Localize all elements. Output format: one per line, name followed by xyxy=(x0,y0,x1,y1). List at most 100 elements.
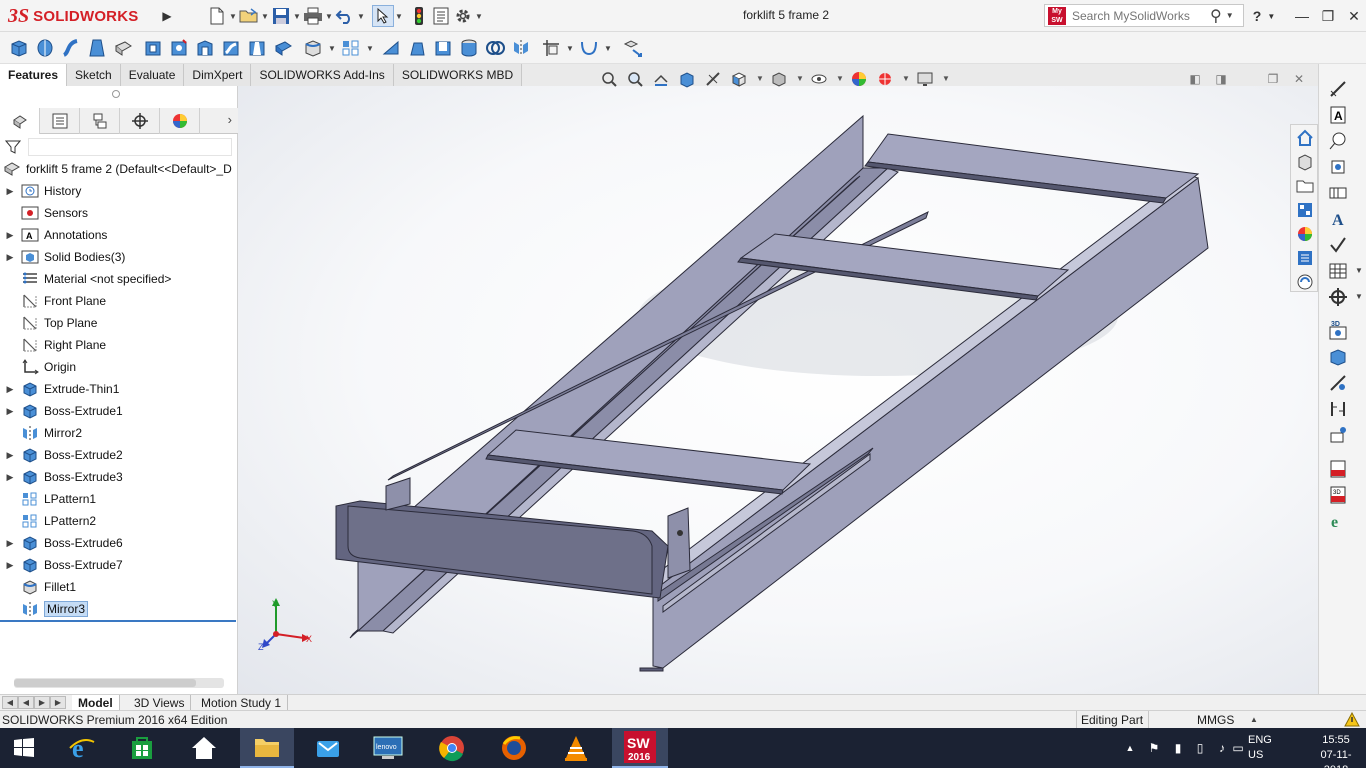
dimxpertmanager-tab-icon[interactable] xyxy=(120,108,160,134)
balloon-icon[interactable] xyxy=(1325,130,1351,152)
select-arrow-icon[interactable] xyxy=(372,5,394,27)
3d-views-icon[interactable]: 3D xyxy=(1325,320,1351,342)
cross-plate-rear[interactable] xyxy=(864,133,1200,204)
print-icon[interactable] xyxy=(302,5,324,27)
viewport-next-icon[interactable]: ◨ xyxy=(1212,70,1230,88)
home-icon[interactable] xyxy=(180,728,228,768)
expand-arrow-icon[interactable]: ▶ xyxy=(0,538,20,549)
tab-model[interactable]: Model xyxy=(72,695,120,711)
panel-grip-icon[interactable] xyxy=(112,90,120,98)
sheet-format-icon[interactable] xyxy=(1325,182,1351,204)
pattern-dropdown-icon[interactable]: ▼ xyxy=(366,44,374,53)
chrome-icon[interactable] xyxy=(428,728,476,768)
unit-system-dropdown-icon[interactable]: ▲ xyxy=(1250,715,1258,724)
show-hidden-icons-icon[interactable]: ▲ xyxy=(1122,740,1138,756)
filter-icon[interactable] xyxy=(4,138,22,156)
edit-appearance-icon[interactable] xyxy=(848,68,870,90)
expand-arrow-icon[interactable]: ▶ xyxy=(0,384,20,395)
annotation-text-icon[interactable]: A xyxy=(1325,208,1351,230)
file-properties-icon[interactable] xyxy=(430,5,452,27)
tree-item-history[interactable]: ▶ History xyxy=(0,180,238,202)
tolerance-icon[interactable] xyxy=(1325,372,1351,394)
tree-item-mirror3[interactable]: Mirror3 xyxy=(0,598,238,620)
prev-tab-arrow-icon[interactable]: ◀ xyxy=(18,696,34,709)
tree-item-material-not-specified[interactable]: Material <not specified> xyxy=(0,268,238,290)
propertymanager-tab-icon[interactable] xyxy=(40,108,80,134)
wrap-icon[interactable] xyxy=(458,37,480,59)
smart-dimension-icon[interactable] xyxy=(1325,78,1351,100)
tree-item-boss-extrude2[interactable]: ▶ Boss-Extrude2 xyxy=(0,444,238,466)
first-tab-arrow-icon[interactable]: ◀ xyxy=(2,696,18,709)
boundary-cut-icon[interactable] xyxy=(272,37,294,59)
tab-sketch[interactable]: Sketch xyxy=(67,64,121,86)
tree-item-boss-extrude6[interactable]: ▶ Boss-Extrude6 xyxy=(0,532,238,554)
edrawings-icon[interactable]: e xyxy=(1325,510,1351,532)
save-icon[interactable] xyxy=(270,5,292,27)
close-button[interactable]: ✕ xyxy=(1340,4,1366,28)
scrollbar-thumb[interactable] xyxy=(14,679,196,687)
draft-icon[interactable] xyxy=(406,37,428,59)
configurationmanager-tab-icon[interactable] xyxy=(80,108,120,134)
shell-icon[interactable] xyxy=(432,37,454,59)
tab-motion-study[interactable]: Motion Study 1 xyxy=(195,695,289,711)
datum-target-icon[interactable] xyxy=(1325,286,1351,308)
rib-icon[interactable] xyxy=(380,37,402,59)
tree-item-annotations[interactable]: ▶ A Annotations xyxy=(0,224,238,246)
undo-dropdown-icon[interactable]: ▼ xyxy=(356,12,366,21)
tree-item-fillet1[interactable]: Fillet1 xyxy=(0,576,238,598)
network-icon[interactable]: ▯ xyxy=(1192,740,1208,756)
search-icon[interactable]: ⚲ xyxy=(1210,6,1222,26)
tab-features[interactable]: Features xyxy=(0,64,68,86)
expand-arrow-icon[interactable]: ▶ xyxy=(0,560,20,571)
scene-dropdown-icon[interactable]: ▼ xyxy=(902,74,910,83)
tree-item-front-plane[interactable]: Front Plane xyxy=(0,290,238,312)
solidworks-logo[interactable]: 3S SOLIDWORKS xyxy=(8,4,138,28)
tab-mbd[interactable]: SOLIDWORKS MBD xyxy=(393,64,523,86)
viewport-maximize-icon[interactable]: ❐ xyxy=(1264,70,1282,88)
curves-dropdown-icon[interactable]: ▼ xyxy=(604,44,612,53)
new-document-icon[interactable] xyxy=(206,5,228,27)
view-orientation-icon[interactable] xyxy=(728,68,750,90)
tree-item-boss-extrude1[interactable]: ▶ Boss-Extrude1 xyxy=(0,400,238,422)
zoom-to-fit-icon[interactable] xyxy=(598,68,620,90)
model-items-icon[interactable] xyxy=(1325,346,1351,368)
tree-item-top-plane[interactable]: Top Plane xyxy=(0,312,238,334)
next-tab-arrow-icon[interactable]: ▶ xyxy=(34,696,50,709)
tree-item-solid-bodies-3[interactable]: ▶ Solid Bodies(3) xyxy=(0,246,238,268)
notification-icon[interactable]: ▭ xyxy=(1230,740,1246,756)
reference-dropdown-icon[interactable]: ▼ xyxy=(566,44,574,53)
view-settings-dropdown-icon[interactable]: ▼ xyxy=(942,74,950,83)
battery-icon[interactable]: ▮ xyxy=(1170,740,1186,756)
internet-explorer-icon[interactable]: e xyxy=(58,728,106,768)
unit-system[interactable]: MMGS xyxy=(1148,711,1234,729)
displaymanager-tab-icon[interactable] xyxy=(160,108,200,134)
featuremanager-tab-icon[interactable] xyxy=(0,108,40,134)
reference-geometry-icon[interactable] xyxy=(540,37,562,59)
search-box[interactable]: My SW ⚲ ▼ xyxy=(1044,4,1244,27)
expand-arrow-icon[interactable]: ▶ xyxy=(0,472,20,483)
options-dropdown-icon[interactable]: ▼ xyxy=(474,12,484,21)
extruded-boss-icon[interactable] xyxy=(8,37,30,59)
undo-icon[interactable] xyxy=(334,5,356,27)
capture-icon[interactable] xyxy=(1325,424,1351,446)
search-input[interactable] xyxy=(1072,8,1202,23)
tree-item-origin[interactable]: Origin xyxy=(0,356,238,378)
swept-boss-icon[interactable] xyxy=(60,37,82,59)
system-clock[interactable]: 15:55 07-11-2018 xyxy=(1310,733,1362,768)
file-explorer-taskbar-icon[interactable] xyxy=(240,728,294,768)
rollback-bar[interactable] xyxy=(0,620,236,622)
tree-item-lpattern2[interactable]: LPattern2 xyxy=(0,510,238,532)
dynamic-annotation-icon[interactable] xyxy=(702,68,724,90)
windows-start-icon[interactable] xyxy=(0,728,48,768)
tree-horizontal-scrollbar[interactable] xyxy=(14,678,224,688)
mirror-icon[interactable] xyxy=(510,37,532,59)
view-palette-icon[interactable] xyxy=(1294,199,1316,221)
hide-show-items-icon[interactable] xyxy=(808,68,830,90)
compare-icon[interactable] xyxy=(1325,398,1351,420)
file-explorer-icon[interactable] xyxy=(1294,175,1316,197)
options-gear-icon[interactable] xyxy=(452,5,474,27)
rebuild-icon[interactable] xyxy=(408,5,430,27)
viewport-restore-icon[interactable]: ◧ xyxy=(1186,70,1204,88)
view-orientation-dropdown-icon[interactable]: ▼ xyxy=(756,74,764,83)
solidworks-taskbar-icon[interactable]: SW 2016 xyxy=(612,728,668,768)
